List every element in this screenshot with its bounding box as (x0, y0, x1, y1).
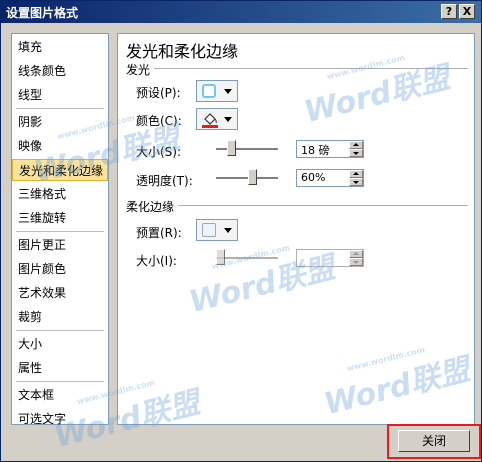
chevron-down-icon (224, 117, 232, 122)
sidebar-item[interactable]: 线型 (12, 84, 108, 106)
spin-up-button[interactable] (349, 170, 363, 178)
sidebar-divider (16, 108, 104, 109)
dialog-title: 设置图片格式 (6, 6, 79, 20)
spin-down-button[interactable] (349, 258, 363, 266)
sidebar-item[interactable]: 艺术效果 (12, 282, 108, 304)
glow-size-slider-thumb[interactable] (226, 140, 236, 156)
sidebar-divider (16, 381, 104, 382)
sidebar-item[interactable]: 三维格式 (12, 183, 108, 205)
glow-preview-icon (202, 84, 216, 98)
spin-up-button[interactable] (349, 250, 363, 258)
glow-size-value: 18 磅 (301, 144, 330, 157)
glow-color-dropdown[interactable] (196, 108, 238, 130)
paint-bucket-icon (202, 113, 218, 128)
glow-transparency-label: 透明度(T): (136, 174, 193, 188)
sidebar-item[interactable]: 大小 (12, 333, 108, 355)
soft-edges-section-title: 柔化边缘 (126, 200, 175, 214)
panel-heading: 发光和柔化边缘 (126, 42, 239, 61)
sidebar-item[interactable]: 裁剪 (12, 306, 108, 328)
spin-down-button[interactable] (349, 149, 363, 157)
sidebar-item[interactable]: 图片更正 (12, 234, 108, 256)
soft-edges-size-label: 大小(I): (136, 254, 177, 268)
glow-transparency-input[interactable]: 60% (296, 169, 364, 187)
glow-transparency-slider-thumb[interactable] (247, 169, 257, 185)
soft-edges-preset-dropdown[interactable] (196, 219, 238, 241)
divider (178, 205, 468, 206)
chevron-down-icon (224, 228, 232, 233)
sidebar-divider (16, 231, 104, 232)
glow-preset-label: 预设(P): (136, 86, 181, 100)
close-window-button[interactable]: X (459, 4, 475, 19)
glow-preset-dropdown[interactable] (196, 80, 238, 102)
format-picture-dialog: 设置图片格式 ? X 填充 线条颜色 线型 阴影 映像 发光和柔化边缘 三维格式 三维旋转 图片… (0, 0, 482, 462)
title-bar: 设置图片格式 ? X (1, 1, 481, 23)
glow-size-slider[interactable] (216, 148, 278, 151)
soft-edges-preset-label: 预置(R): (136, 226, 182, 240)
sidebar-divider (16, 330, 104, 331)
glow-size-input[interactable]: 18 磅 (296, 140, 364, 158)
spin-up-button[interactable] (349, 141, 363, 149)
glow-section-title: 发光 (126, 63, 151, 77)
sidebar-item[interactable]: 图片颜色 (12, 258, 108, 280)
spin-down-button[interactable] (349, 178, 363, 186)
sidebar-item[interactable]: 线条颜色 (12, 60, 108, 82)
highlight-box (387, 424, 481, 459)
soft-edge-preview-icon (202, 223, 216, 237)
glow-transparency-value: 60% (301, 171, 326, 184)
chevron-down-icon (224, 89, 232, 94)
sidebar-item[interactable]: 三维旋转 (12, 207, 108, 229)
help-button[interactable]: ? (441, 4, 457, 19)
sidebar-item[interactable]: 属性 (12, 357, 108, 379)
sidebar-item[interactable]: 填充 (12, 36, 108, 58)
category-list: 填充 线条颜色 线型 阴影 映像 发光和柔化边缘 三维格式 三维旋转 图片更正 图片颜色 艺术效果裁… (11, 33, 109, 426)
